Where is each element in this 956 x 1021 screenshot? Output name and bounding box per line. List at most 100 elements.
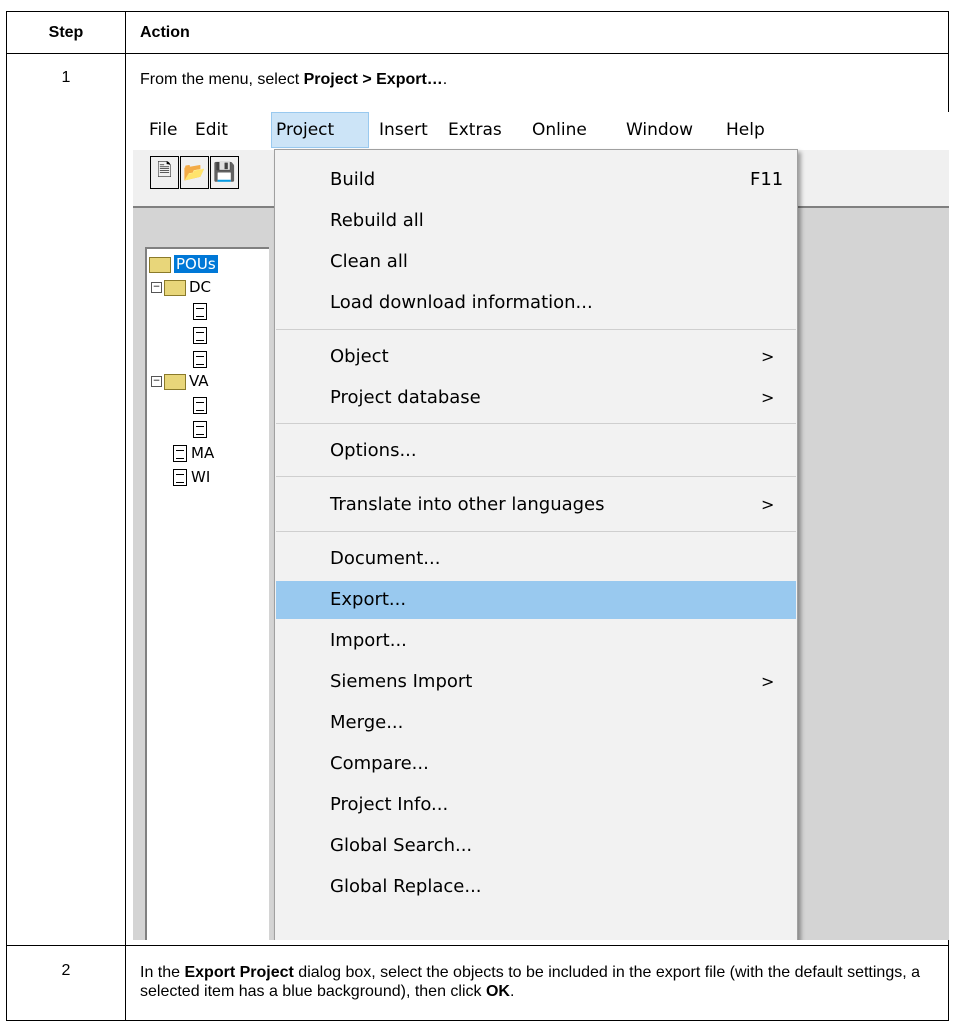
menu-item-label: Export... <box>330 589 407 610</box>
menu-item-label: Rebuild all <box>330 210 424 231</box>
instruction-period: . <box>509 983 515 1000</box>
step-2-instruction: In the Export Project dialog box, select… <box>140 963 930 1001</box>
folder-icon <box>164 279 186 296</box>
menu-item-label: Project Info... <box>330 794 449 815</box>
menu-bar: File Edit Project Insert Extras Online W… <box>133 112 949 148</box>
menu-item-export[interactable]: Export... <box>276 581 796 619</box>
menu-insert[interactable]: Insert <box>375 112 432 148</box>
menu-project[interactable]: Project <box>271 112 369 148</box>
tree-item-doc[interactable] <box>193 300 211 322</box>
save-icon[interactable]: 💾 <box>210 156 239 189</box>
tree-item-ma[interactable]: MA <box>173 442 214 464</box>
menu-item-label: Load download information... <box>330 292 593 313</box>
new-file-icon[interactable]: 🗎 <box>150 156 179 189</box>
menu-item-label: Project database <box>330 387 481 408</box>
menu-item-merge[interactable]: Merge... <box>276 704 796 742</box>
menu-item-label: Translate into other languages <box>330 494 605 515</box>
document-icon <box>193 351 207 368</box>
menu-item-compare[interactable]: Compare... <box>276 745 796 783</box>
menu-item-label: Global Replace... <box>330 876 482 897</box>
menu-window[interactable]: Window <box>622 112 697 148</box>
menu-item-clean-all[interactable]: Clean all <box>276 243 796 281</box>
instruction-text: In the <box>140 964 185 981</box>
menu-item-load-download-info[interactable]: Load download information... <box>276 284 796 322</box>
menu-edit[interactable]: Edit <box>191 112 232 148</box>
instruction-text: From the menu, select <box>140 71 304 88</box>
menu-item-label: Clean all <box>330 251 408 272</box>
document-icon <box>173 469 187 486</box>
tree-item-doc[interactable] <box>193 394 211 416</box>
tree-item-pous[interactable]: POUs <box>149 253 218 275</box>
action-column-header: Action <box>140 24 190 41</box>
menu-item-label: Options... <box>330 440 417 461</box>
tree-item-wi[interactable]: WI <box>173 466 210 488</box>
menu-item-project-info[interactable]: Project Info... <box>276 786 796 824</box>
row-divider <box>7 945 948 946</box>
menu-help[interactable]: Help <box>722 112 769 148</box>
project-dropdown-menu: Build F11 Rebuild all Clean all Load down… <box>274 149 798 940</box>
document-icon <box>193 397 207 414</box>
tree-item-doc[interactable] <box>193 348 211 370</box>
ok-button-name: OK <box>485 983 510 1000</box>
menu-separator <box>276 329 796 330</box>
menu-item-translate[interactable]: Translate into other languages > <box>276 486 796 524</box>
folder-icon <box>149 256 171 273</box>
tree-item-label: POUs <box>174 255 218 273</box>
menu-item-label: Build <box>330 169 376 190</box>
step-number-2: 2 <box>61 962 71 979</box>
menu-item-label: Global Search... <box>330 835 473 856</box>
submenu-arrow-icon: > <box>761 388 775 407</box>
step-column-header: Step <box>48 24 84 41</box>
menu-item-export: Export… <box>376 71 443 88</box>
menu-item-build[interactable]: Build F11 <box>276 161 796 199</box>
menu-item-document[interactable]: Document... <box>276 540 796 578</box>
menu-separator <box>276 476 796 477</box>
menu-item-siemens-import[interactable]: Siemens Import > <box>276 663 796 701</box>
object-tree-panel: POUs − DC − VA MA WI <box>145 247 269 940</box>
menu-item-label: Siemens Import <box>330 671 473 692</box>
menu-item-options[interactable]: Options... <box>276 432 796 470</box>
menu-item-label: Merge... <box>330 712 404 733</box>
tree-item-dc[interactable]: − DC <box>151 276 211 298</box>
collapse-icon[interactable]: − <box>151 282 162 293</box>
menu-item-label: Compare... <box>330 753 429 774</box>
submenu-arrow-icon: > <box>761 672 775 691</box>
menu-online[interactable]: Online <box>528 112 591 148</box>
step-number-1: 1 <box>61 69 71 86</box>
menu-item-import[interactable]: Import... <box>276 622 796 660</box>
dialog-name: Export Project <box>184 964 294 981</box>
menu-item-global-replace[interactable]: Global Replace... <box>276 868 796 906</box>
submenu-arrow-icon: > <box>761 347 775 366</box>
menu-item-object[interactable]: Object > <box>276 338 796 376</box>
menu-item-project-database[interactable]: Project database > <box>276 379 796 417</box>
tree-item-label: WI <box>191 468 211 486</box>
menu-path-arrow: > <box>362 71 372 88</box>
collapse-icon[interactable]: − <box>151 376 162 387</box>
menu-item-label: Import... <box>330 630 407 651</box>
menu-file[interactable]: File <box>145 112 181 148</box>
column-divider <box>125 12 126 1020</box>
tree-item-label: MA <box>191 444 215 462</box>
tree-item-va[interactable]: − VA <box>151 370 209 392</box>
menu-separator <box>276 423 796 424</box>
tree-item-doc[interactable] <box>193 418 211 440</box>
tree-item-doc[interactable] <box>193 324 211 346</box>
embedded-screenshot: File Edit Project Insert Extras Online W… <box>133 112 949 940</box>
step-1-instruction: From the menu, select Project > Export…. <box>140 70 447 89</box>
tree-item-label: DC <box>189 278 212 296</box>
table-header: Step Action <box>7 12 948 54</box>
document-icon <box>193 421 207 438</box>
menu-separator <box>276 531 796 532</box>
menu-item-global-search[interactable]: Global Search... <box>276 827 796 865</box>
submenu-arrow-icon: > <box>761 495 775 514</box>
menu-item-label: Object <box>330 346 389 367</box>
menu-item-label: Document... <box>330 548 441 569</box>
document-icon <box>173 445 187 462</box>
menu-item-rebuild-all[interactable]: Rebuild all <box>276 202 796 240</box>
menu-name-project: Project <box>303 71 358 88</box>
document-icon <box>193 303 207 320</box>
open-folder-icon[interactable]: 📂 <box>180 156 209 189</box>
instruction-period: . <box>442 71 448 88</box>
menu-extras[interactable]: Extras <box>444 112 506 148</box>
folder-icon <box>164 373 186 390</box>
